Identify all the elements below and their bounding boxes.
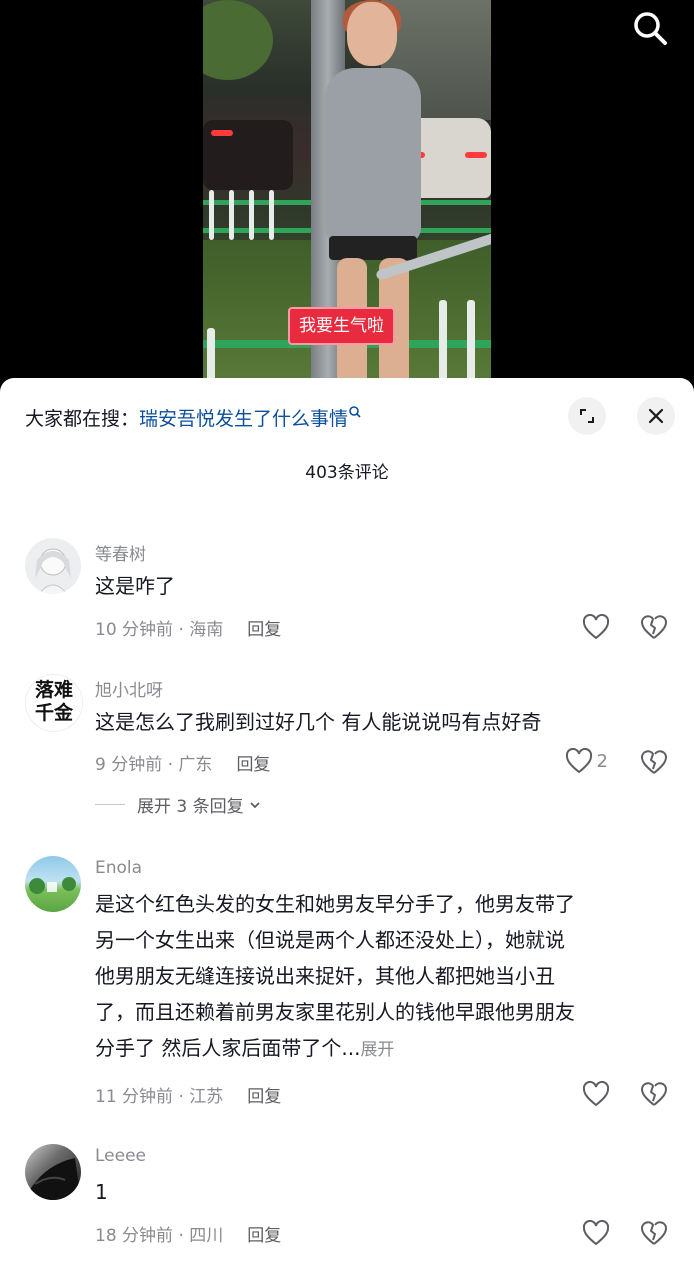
dislike-icon bbox=[641, 615, 667, 639]
comment-username[interactable]: Leeee bbox=[95, 1146, 146, 1166]
comment-text-line: 是这个红色头发的女生和她男友早分手了，他男友带了 bbox=[95, 892, 575, 916]
comment-text-line: 他男朋友无缝连接说出来捉奸，其他人都把她当小丑 bbox=[95, 964, 555, 988]
comment-text: 这是咋了 bbox=[95, 574, 175, 598]
heart-icon bbox=[582, 1081, 610, 1107]
avatar[interactable] bbox=[25, 1144, 81, 1200]
comment-time-location: 10 分钟前 · 海南 bbox=[95, 620, 224, 640]
dislike-icon bbox=[641, 1082, 667, 1106]
reply-button[interactable]: 回复 bbox=[247, 1226, 281, 1246]
like-count: 2 bbox=[596, 750, 608, 772]
expand-replies-label: 展开 3 条回复 bbox=[137, 797, 244, 817]
reply-button[interactable]: 回复 bbox=[247, 620, 281, 640]
like-button[interactable] bbox=[582, 612, 610, 642]
like-button[interactable]: 2 bbox=[565, 746, 608, 776]
like-button[interactable] bbox=[582, 1218, 610, 1248]
dislike-icon bbox=[641, 750, 667, 774]
comment-meta: 10 分钟前 · 海南 回复 bbox=[95, 615, 281, 640]
dislike-button[interactable] bbox=[640, 748, 668, 776]
expand-button[interactable] bbox=[568, 397, 606, 435]
comment-count: 403条评论 bbox=[305, 463, 389, 483]
dislike-button[interactable] bbox=[640, 1080, 668, 1108]
close-icon bbox=[648, 408, 664, 424]
comment-time-location: 11 分钟前 · 江苏 bbox=[95, 1087, 224, 1107]
comment-username[interactable]: 等春树 bbox=[95, 540, 146, 565]
chevron-down-icon bbox=[249, 801, 260, 808]
hot-search-prefix: 大家都在搜： bbox=[25, 408, 140, 430]
heart-icon bbox=[582, 614, 610, 640]
comment-time-location: 18 分钟前 · 四川 bbox=[95, 1226, 224, 1246]
avatar[interactable] bbox=[25, 856, 81, 912]
comment-text: 这是怎么了我刷到过好几个 有人能说说吗有点好奇 bbox=[95, 710, 542, 734]
heart-icon bbox=[565, 748, 592, 774]
comment-username[interactable]: 旭小北呀 bbox=[95, 676, 163, 701]
dislike-icon bbox=[641, 1221, 667, 1245]
search-icon bbox=[348, 404, 362, 426]
search-icon[interactable] bbox=[630, 8, 670, 48]
like-button[interactable] bbox=[582, 1079, 610, 1109]
reply-button[interactable]: 回复 bbox=[236, 755, 270, 775]
reply-button[interactable]: 回复 bbox=[247, 1087, 281, 1107]
comment-text: 是这个红色头发的女生和她男友早分手了，他男友带了 另一个女生出来（但说是两个人都… bbox=[95, 886, 665, 1068]
caption-sticker: 我要生气啦 bbox=[288, 307, 395, 345]
heart-icon bbox=[582, 1220, 610, 1246]
dislike-button[interactable] bbox=[640, 1219, 668, 1247]
comment-meta: 9 分钟前 · 广东 回复 bbox=[95, 750, 270, 775]
avatar[interactable]: 落难 千金 bbox=[25, 674, 83, 732]
comment-meta: 18 分钟前 · 四川 回复 bbox=[95, 1221, 281, 1246]
dislike-button[interactable] bbox=[640, 613, 668, 641]
comment-text-line: 另一个女生出来（但说是两个人都还没处上），她就说 bbox=[95, 928, 565, 952]
hot-search-link[interactable]: 瑞安吾悦发生了什么事情 bbox=[139, 408, 348, 430]
comment-username[interactable]: Enola bbox=[95, 858, 142, 878]
expand-text-button[interactable]: 展开 bbox=[360, 1040, 394, 1060]
comment-meta: 11 分钟前 · 江苏 回复 bbox=[95, 1082, 281, 1107]
expand-icon bbox=[580, 409, 594, 423]
comment-text-line: 分手了 然后人家后面带了个...展开 bbox=[95, 1030, 665, 1068]
video-player[interactable]: 我要生气啦 bbox=[0, 0, 694, 400]
close-button[interactable] bbox=[637, 397, 675, 435]
avatar-text: 落难 千金 bbox=[34, 679, 73, 724]
expand-replies-button[interactable]: 展开 3 条回复 bbox=[95, 792, 263, 817]
comment-time-location: 9 分钟前 · 广东 bbox=[95, 755, 213, 775]
avatar[interactable] bbox=[25, 538, 81, 594]
comment-text-tail: 分手了 然后人家后面带了个... bbox=[95, 1036, 361, 1060]
comment-sheet: 大家都在搜：瑞安吾悦发生了什么事情 403条评论 等春树 这是咋了 10 分钟前… bbox=[0, 378, 694, 1280]
comment-text-line: 了，而且还赖着前男友家里花别人的钱他早跟他男朋友 bbox=[95, 1000, 575, 1024]
hot-search-bar[interactable]: 大家都在搜：瑞安吾悦发生了什么事情 bbox=[25, 404, 362, 431]
comment-text: 1 bbox=[95, 1180, 108, 1204]
